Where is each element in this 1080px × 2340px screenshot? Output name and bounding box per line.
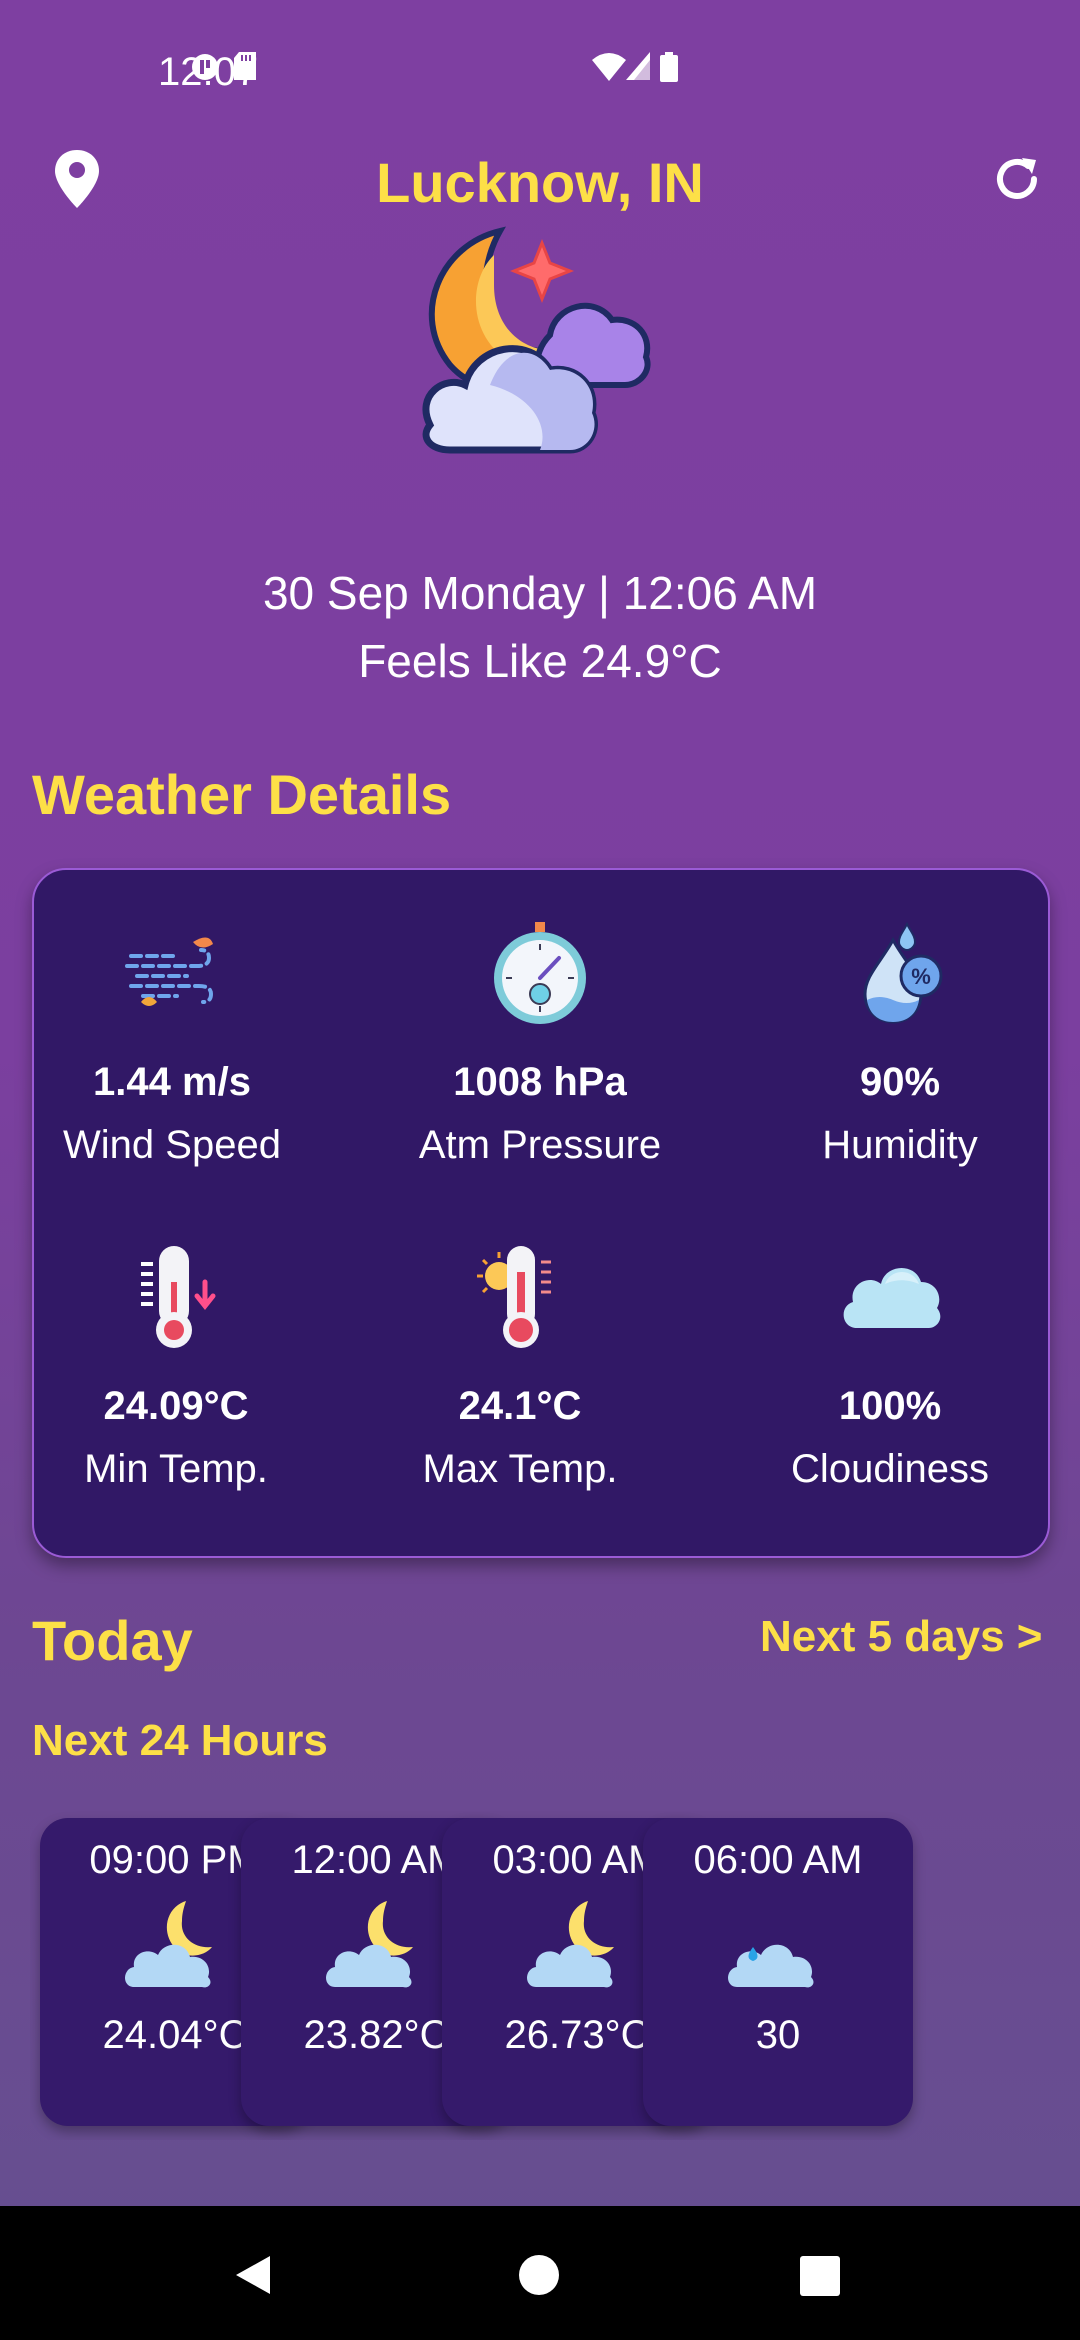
hourly-forecast-strip[interactable]: 09:00 PM 24.04°C 12:00 AM 23.82°C 03:00 … xyxy=(30,1810,1050,2140)
humidity-value: 90% xyxy=(859,1060,941,1104)
wind-speed-value: 1.44 m/s xyxy=(93,1060,251,1104)
next-24-hours-title: Next 24 Hours xyxy=(32,1716,328,1765)
max-temp-label: Max Temp. xyxy=(422,1447,618,1491)
refresh-icon[interactable] xyxy=(990,152,1044,206)
thermometer-low-icon xyxy=(141,1246,216,1348)
cloud-icon xyxy=(843,1267,941,1328)
battery-icon xyxy=(660,52,678,82)
wifi-icon xyxy=(592,53,626,81)
atm-pressure-value: 1008 hPa xyxy=(453,1060,627,1104)
min-temp-cell: 24.09°C Min Temp. xyxy=(26,1242,326,1492)
system-nav-bar xyxy=(0,2206,1080,2340)
cloudiness-value: 100% xyxy=(838,1384,942,1428)
max-temp-value: 24.1°C xyxy=(458,1384,582,1428)
wind-speed-label: Wind Speed xyxy=(63,1123,281,1167)
home-icon[interactable] xyxy=(518,2254,560,2296)
weather-details-card: 1.44 m/s Wind Speed 1008 hPa Atm Pressur… xyxy=(32,868,1050,1558)
moon-cloud-icon xyxy=(326,1901,413,1988)
humidity-icon: % xyxy=(863,921,943,1024)
humidity-label: Humidity xyxy=(822,1123,978,1167)
min-temp-value: 24.09°C xyxy=(103,1384,249,1428)
atm-pressure-cell: 1008 hPa Atm Pressure xyxy=(390,918,690,1168)
sd-card-icon xyxy=(234,52,256,80)
moon-cloud-star-icon xyxy=(422,226,651,454)
city-title: Lucknow, IN xyxy=(376,151,704,214)
wind-icon xyxy=(125,937,214,1006)
hourly-card: 06:00 AM 30 xyxy=(643,1818,913,2126)
min-temp-label: Min Temp. xyxy=(84,1447,268,1491)
wind-speed-cell: 1.44 m/s Wind Speed xyxy=(22,918,322,1168)
feels-like: Feels Like 24.9°C xyxy=(358,635,722,687)
weather-details-title: Weather Details xyxy=(32,763,452,826)
cell-signal-icon xyxy=(626,52,650,80)
app-notification-icon xyxy=(192,54,218,80)
today-title: Today xyxy=(32,1609,193,1672)
recents-icon[interactable] xyxy=(800,2256,840,2296)
hourly-temp: 30 xyxy=(755,2013,801,2057)
barometer-icon xyxy=(494,922,586,1024)
hourly-time: 06:00 AM xyxy=(693,1838,863,1882)
atm-pressure-label: Atm Pressure xyxy=(418,1123,662,1167)
moon-cloud-icon xyxy=(125,1901,212,1988)
max-temp-cell: 24.1°C Max Temp. xyxy=(370,1242,670,1492)
date-time: 30 Sep Monday | 12:06 AM xyxy=(262,567,818,619)
rain-cloud-icon xyxy=(728,1944,814,1988)
thermometer-high-icon xyxy=(477,1246,551,1348)
moon-cloud-icon xyxy=(527,1901,614,1988)
next-5-days-link[interactable]: Next 5 days > xyxy=(760,1612,1043,1662)
cloudiness-label: Cloudiness xyxy=(791,1447,989,1491)
humidity-cell: % 90% Humidity xyxy=(750,918,1050,1168)
cloudiness-cell: 100% Cloudiness xyxy=(740,1242,1040,1492)
back-icon[interactable] xyxy=(234,2254,272,2296)
svg-text:%: % xyxy=(911,964,931,989)
